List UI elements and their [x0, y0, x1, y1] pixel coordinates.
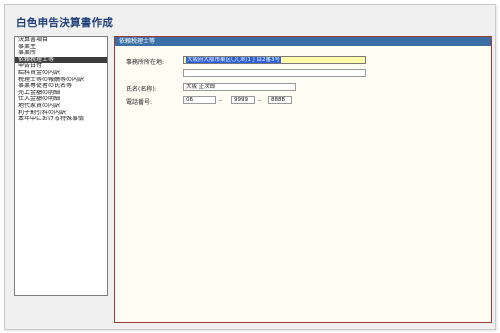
sidebar-item-filing-date[interactable]: 申告日付: [15, 63, 107, 70]
phone-number-input[interactable]: 8888: [268, 96, 292, 104]
phone-separator-2: –: [258, 97, 261, 104]
office-address-label: 事務所所在地:: [126, 59, 165, 66]
phone-separator-1: –: [219, 97, 222, 104]
panel-header: 依頼税理士等: [115, 37, 491, 46]
phone-area-code-input[interactable]: 06: [183, 96, 216, 104]
sidebar-item-accountant-fees[interactable]: 税理士等の報酬等の内訳: [15, 77, 107, 84]
phone-label: 電話番号:: [126, 99, 153, 106]
sidebar-item-dedicated-workers[interactable]: 事業専従者の氏名等: [15, 83, 107, 90]
name-input[interactable]: 大阪 正次郎: [183, 83, 296, 91]
app-window: 白色申告決算書作成 決算書項目 事業主 事業所 依頼税理士等 申告日付 給料賃金…: [4, 4, 496, 330]
name-label: 氏名(名称):: [126, 86, 157, 93]
sidebar-item-purchase-details[interactable]: 仕入金額の明細: [15, 96, 107, 103]
sidebar-item-rent-breakdown[interactable]: 地代家賃の内訳: [15, 103, 107, 110]
office-address-line2-input[interactable]: [183, 69, 366, 77]
office-address-value: 大阪府大阪市東区〇〇町1丁目2番3号: [186, 57, 281, 63]
sidebar-item-sales-details[interactable]: 売上金額の明細: [15, 90, 107, 97]
sidebar-item-salary-breakdown[interactable]: 給料賃金の内訳: [15, 70, 107, 77]
phone-exchange-input[interactable]: 9999: [231, 96, 255, 104]
tax-accountant-panel: 依頼税理士等 事務所所在地: 大阪府大阪市東区〇〇町1丁目2番3号 氏名(名称)…: [114, 36, 492, 323]
sidebar-item-tax-accountant[interactable]: 依頼税理士等: [15, 56, 107, 64]
sidebar-item-business-owner[interactable]: 事業主: [15, 44, 107, 51]
sidebar-item-interest-breakdown[interactable]: 利子割引料の内訳: [15, 110, 107, 117]
office-address-input[interactable]: 大阪府大阪市東区〇〇町1丁目2番3号: [183, 56, 366, 64]
sidebar-item-settlement-items[interactable]: 決算書項目: [15, 37, 107, 44]
app-title: 白色申告決算書作成: [16, 17, 114, 29]
sidebar-item-special-circumstances[interactable]: 本年中における特殊事情: [15, 116, 107, 123]
sidebar-list[interactable]: 決算書項目 事業主 事業所 依頼税理士等 申告日付 給料賃金の内訳 税理士等の報…: [14, 36, 108, 296]
sidebar-item-business-office[interactable]: 事業所: [15, 50, 107, 57]
